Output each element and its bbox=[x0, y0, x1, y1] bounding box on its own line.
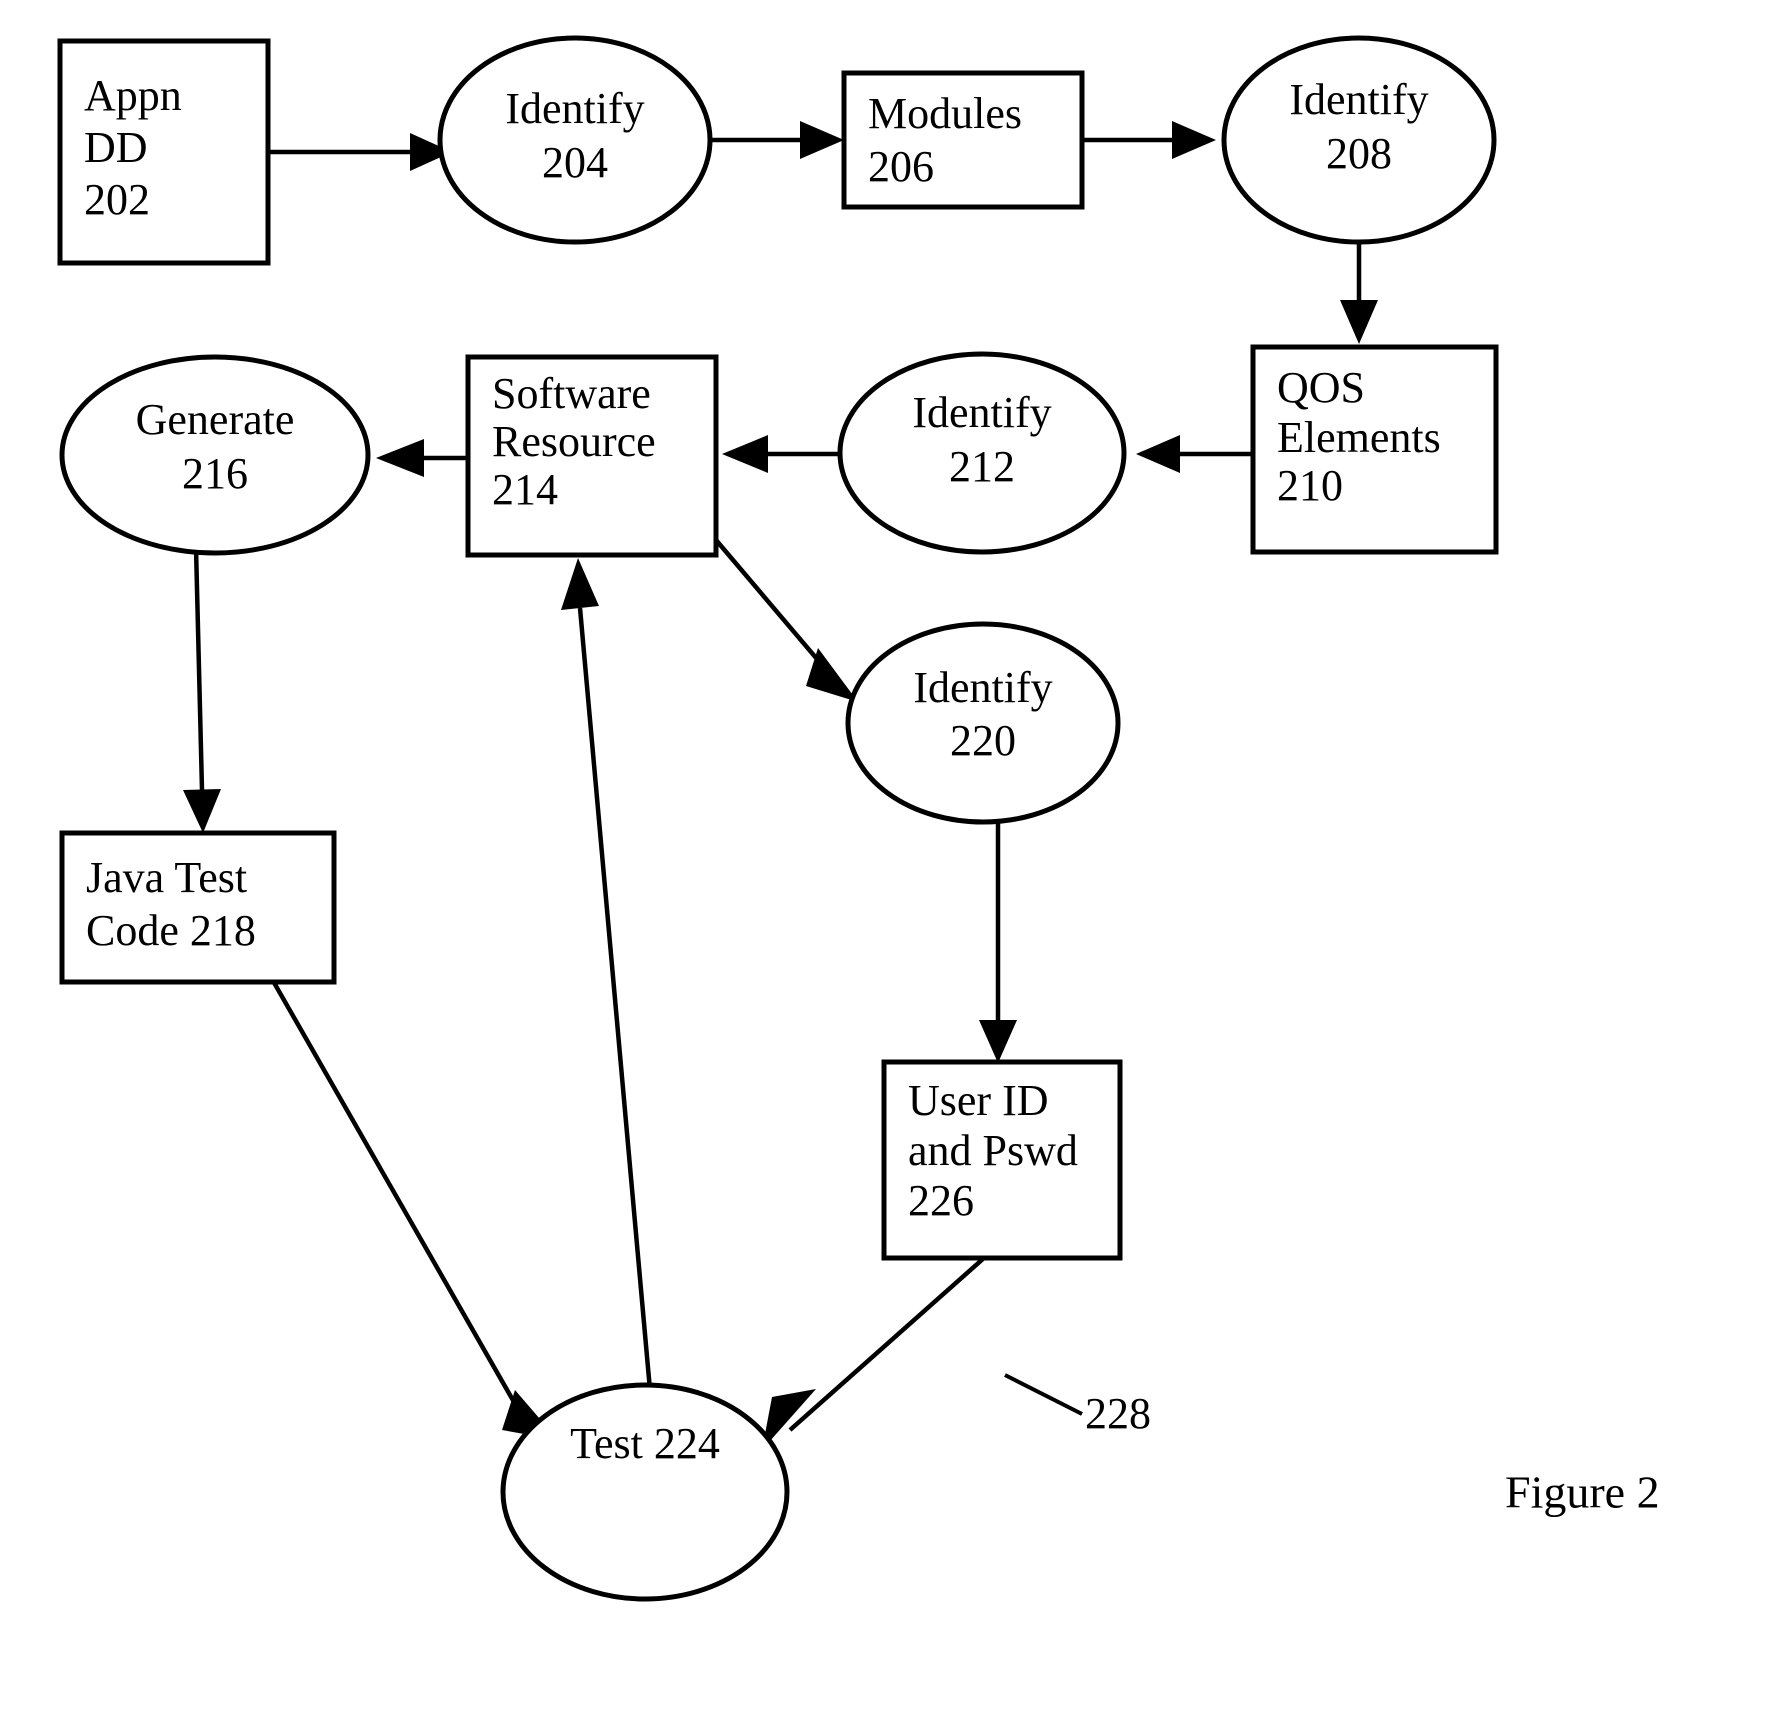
node-214-line3: 214 bbox=[492, 465, 558, 514]
node-appn-dd-202[interactable]: Appn DD 202 bbox=[57, 38, 271, 266]
edge-220-to-226 bbox=[979, 805, 1017, 1063]
patent-figure-canvas: Appn DD 202 Identify 204 Modules 206 Ide… bbox=[0, 0, 1790, 1731]
node-test-224[interactable]: Test 224 bbox=[500, 1382, 790, 1602]
node-identify-204[interactable]: Identify 204 bbox=[437, 35, 713, 245]
edge-216-to-218 bbox=[183, 547, 221, 833]
node-216-line1: Generate bbox=[136, 395, 295, 444]
flowchart-diagram: Appn DD 202 Identify 204 Modules 206 Ide… bbox=[57, 35, 1660, 1602]
node-user-id-pswd-226[interactable]: User ID and Pswd 226 bbox=[881, 1059, 1123, 1261]
node-226-line3: 226 bbox=[908, 1176, 974, 1225]
node-generate-216[interactable]: Generate 216 bbox=[59, 354, 371, 556]
node-identify-220[interactable]: Identify 220 bbox=[845, 621, 1121, 825]
node-202-line3: 202 bbox=[84, 175, 150, 224]
figure-caption-label: Figure 2 bbox=[1505, 1467, 1660, 1518]
node-210-line1: QOS bbox=[1277, 363, 1365, 412]
node-208-line1: Identify bbox=[1289, 75, 1428, 124]
arrowhead-icon bbox=[722, 435, 768, 473]
arrowhead-icon bbox=[1340, 300, 1378, 344]
node-226-line1: User ID bbox=[908, 1076, 1049, 1125]
node-identify-212[interactable]: Identify 212 bbox=[837, 351, 1127, 555]
node-202-line1: Appn bbox=[84, 71, 182, 120]
figure-caption: Figure 2 bbox=[1505, 1467, 1660, 1518]
edge-214-to-220 bbox=[714, 538, 858, 702]
node-206-line2: 206 bbox=[868, 142, 934, 191]
node-208-line2: 208 bbox=[1326, 129, 1392, 178]
node-modules-206[interactable]: Modules 206 bbox=[841, 70, 1085, 210]
node-220-line1: Identify bbox=[913, 663, 1052, 712]
edge-226-to-224 bbox=[762, 1256, 986, 1450]
node-224-line1: Test 224 bbox=[570, 1419, 720, 1468]
node-210-line3: 210 bbox=[1277, 461, 1343, 510]
node-212-line2: 212 bbox=[949, 442, 1015, 491]
node-226-line2: and Pswd bbox=[908, 1126, 1078, 1175]
arrowhead-icon bbox=[376, 439, 424, 477]
node-220-line2: 220 bbox=[950, 716, 1016, 765]
arrowhead-icon bbox=[183, 789, 221, 833]
node-java-test-code-218[interactable]: Java Test Code 218 bbox=[59, 830, 337, 985]
node-identify-208[interactable]: Identify 208 bbox=[1221, 35, 1497, 245]
node-202-line2: DD bbox=[84, 123, 148, 172]
arrowhead-icon bbox=[979, 1020, 1017, 1063]
edge-202-to-204 bbox=[268, 133, 452, 171]
leader-line-228 bbox=[1004, 1373, 1083, 1416]
node-224-ellipse bbox=[500, 1382, 790, 1602]
edge-214-to-216 bbox=[376, 439, 468, 477]
edge-210-to-212 bbox=[1136, 435, 1253, 473]
annotation-228-label: 228 bbox=[1085, 1389, 1151, 1438]
edge-206-to-208 bbox=[1082, 121, 1216, 159]
node-218-line2: Code 218 bbox=[86, 906, 256, 955]
node-214-line1: Software bbox=[492, 369, 651, 418]
edge-224-to-214 bbox=[561, 558, 653, 1391]
node-218-line1: Java Test bbox=[86, 853, 247, 902]
arrowhead-icon bbox=[1136, 435, 1180, 473]
arrowhead-icon bbox=[800, 121, 844, 159]
node-qos-elements-210[interactable]: QOS Elements 210 bbox=[1250, 344, 1499, 555]
node-204-line1: Identify bbox=[505, 84, 644, 133]
node-216-line2: 216 bbox=[182, 449, 248, 498]
arrowhead-icon bbox=[561, 558, 599, 610]
edge-208-to-210 bbox=[1340, 234, 1378, 344]
edge-204-to-206 bbox=[710, 121, 844, 159]
node-210-line2: Elements bbox=[1277, 413, 1441, 462]
node-212-line1: Identify bbox=[912, 388, 1051, 437]
node-206-line1: Modules bbox=[868, 89, 1022, 138]
arrowhead-icon bbox=[1172, 121, 1216, 159]
node-software-resource-214[interactable]: Software Resource 214 bbox=[465, 354, 719, 558]
edge-212-to-214 bbox=[722, 435, 842, 473]
node-204-line2: 204 bbox=[542, 138, 608, 187]
annotation-228: 228 bbox=[1085, 1389, 1151, 1438]
node-214-line2: Resource bbox=[492, 417, 656, 466]
